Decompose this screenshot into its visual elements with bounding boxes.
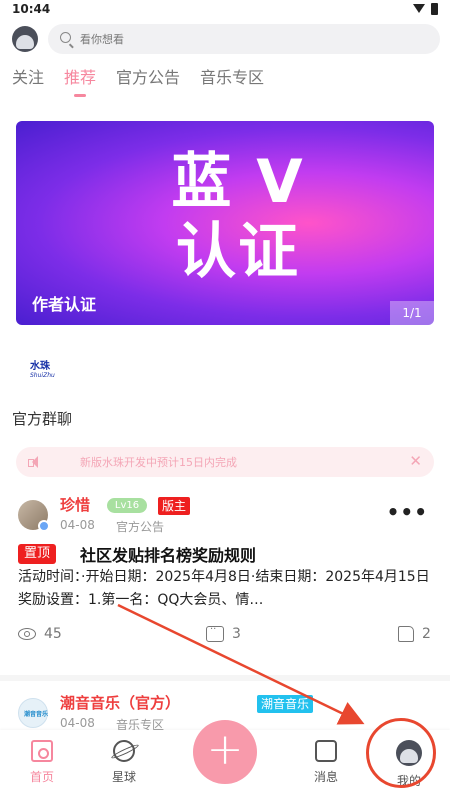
- nav-planet[interactable]: 星球: [94, 740, 154, 785]
- likes-count: 2: [422, 626, 431, 642]
- brand-logo[interactable]: 水珠 ShuiZhu: [30, 357, 64, 383]
- status-time: 10:44: [12, 2, 51, 16]
- nav-messages-label: 消息: [313, 770, 338, 784]
- banner-title: 蓝 V 认证: [148, 147, 328, 287]
- add-post-button[interactable]: +: [193, 720, 257, 784]
- comments-stat[interactable]: 3: [206, 624, 241, 642]
- search-icon: [60, 32, 71, 43]
- nav-home-label: 首页: [29, 770, 54, 784]
- pin-badge: 置顶: [18, 544, 57, 564]
- banner-caption: 作者认证: [32, 295, 97, 314]
- views-stat: 45: [18, 626, 62, 642]
- tab-recommended-label: 推荐: [64, 68, 97, 87]
- nav-messages[interactable]: 消息: [296, 740, 356, 785]
- post-title[interactable]: 社区发贴排名榜奖励规则: [80, 542, 256, 566]
- views-count: 45: [44, 626, 62, 642]
- divider: [0, 675, 450, 681]
- level-badge: Lv16: [107, 498, 147, 513]
- chat-icon: [315, 740, 337, 762]
- post-board[interactable]: 官方公告: [116, 518, 164, 535]
- banner-title-line2: 认证: [176, 217, 300, 287]
- nav-me-label: 我的: [396, 774, 421, 788]
- tab-music[interactable]: 音乐专区: [200, 64, 264, 104]
- likes-stat[interactable]: 2: [398, 626, 431, 642]
- nav-planet-label: 星球: [111, 770, 136, 784]
- comment-icon: [206, 624, 224, 642]
- header: 看你想看: [0, 24, 450, 54]
- tab-following[interactable]: 关注: [12, 64, 44, 104]
- banner[interactable]: 蓝 V 认证 作者认证 1/1: [16, 121, 434, 325]
- tab-indicator: [74, 94, 87, 97]
- post-date: 04-08: [60, 518, 95, 532]
- brand-logo-name: 水珠: [30, 361, 50, 372]
- tab-announcements[interactable]: 官方公告: [116, 64, 180, 104]
- post-date: 04-08: [60, 716, 95, 730]
- feed-tabs: 关注 推荐 官方公告 音乐专区: [12, 64, 264, 104]
- more-icon[interactable]: •••: [387, 500, 428, 524]
- home-icon: [31, 740, 53, 762]
- group-chat-label[interactable]: 官方群聊: [12, 408, 72, 429]
- nav-home[interactable]: 首页: [12, 740, 72, 785]
- close-icon[interactable]: ✕: [409, 452, 422, 470]
- planet-icon: [113, 740, 135, 762]
- role-badge: 版主: [158, 497, 191, 515]
- speaker-icon: [28, 456, 42, 468]
- verified-icon: [38, 520, 50, 532]
- search-placeholder: 看你想看: [80, 33, 124, 46]
- post-author[interactable]: 珍惜: [60, 494, 90, 515]
- post-body[interactable]: 活动时间：·开始日期：2025年4月8日·结束日期：2025年4月15日奖励设置…: [18, 566, 436, 612]
- avatar-logo-text: 潮音音乐: [24, 711, 49, 718]
- profile-avatar-icon: [396, 740, 422, 766]
- comments-count: 3: [232, 626, 241, 642]
- battery-icon: [431, 3, 438, 15]
- search-input[interactable]: 看你想看: [48, 24, 440, 54]
- post-card[interactable]: 珍惜 Lv16 版主 04-08 官方公告 ••• 置顶 社区发贴排名榜奖励规则…: [0, 492, 450, 662]
- post-author[interactable]: 潮音音乐（官方）: [60, 692, 180, 713]
- wifi-icon: [413, 4, 425, 14]
- status-bar: 10:44: [0, 0, 450, 20]
- nav-me[interactable]: 我的: [379, 740, 439, 789]
- notice-text: 新版水珠开发中预计15日内完成: [80, 456, 237, 469]
- status-icons: [413, 3, 438, 15]
- tab-recommended[interactable]: 推荐: [64, 64, 96, 104]
- banner-title-line1: 蓝 V: [171, 147, 305, 217]
- eye-icon: [18, 628, 36, 640]
- brand-logo-sub: ShuiZhu: [30, 372, 55, 379]
- banner-counter: 1/1: [390, 301, 434, 325]
- user-avatar[interactable]: [12, 26, 38, 52]
- notice-bar[interactable]: 新版水珠开发中预计15日内完成 ✕: [16, 447, 434, 477]
- post-tag: 潮音音乐: [257, 695, 314, 713]
- like-icon: [398, 626, 414, 642]
